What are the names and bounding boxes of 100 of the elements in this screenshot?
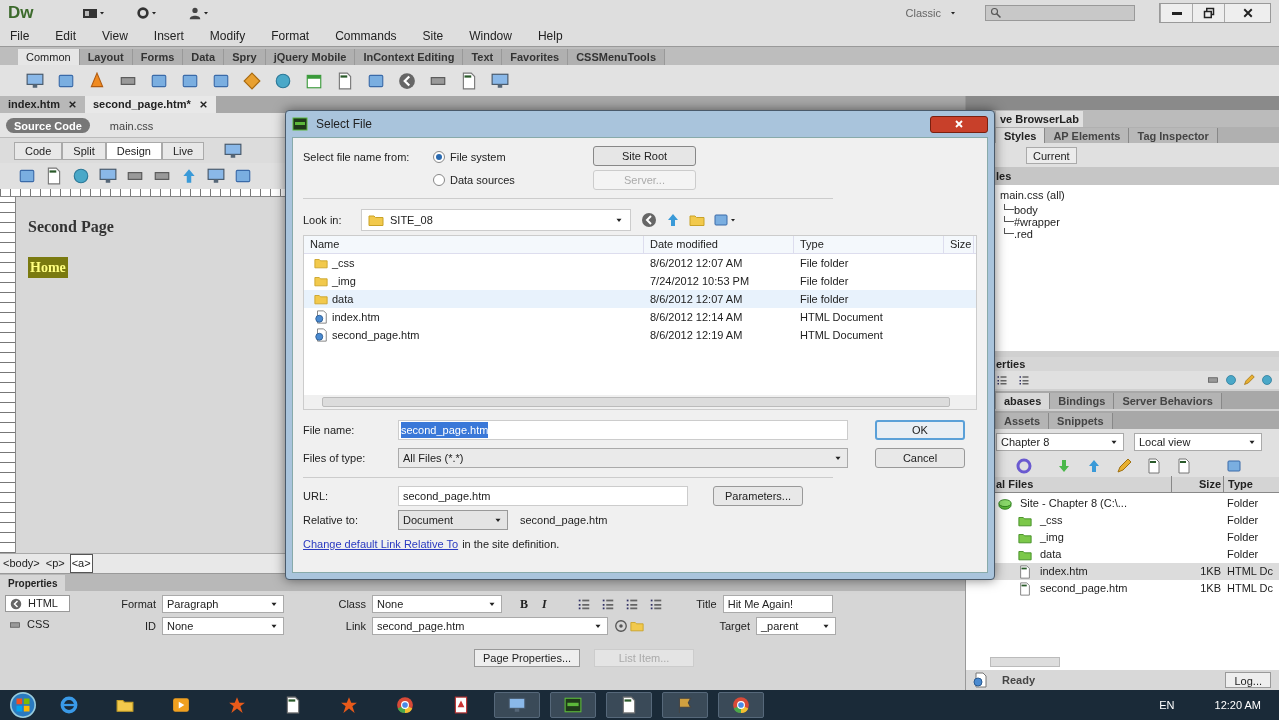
monitor-icon[interactable] bbox=[491, 72, 509, 90]
id-select[interactable]: None bbox=[162, 617, 284, 635]
related-file-button[interactable]: Source Code bbox=[6, 117, 90, 133]
list-icon[interactable] bbox=[996, 374, 1008, 386]
view-button[interactable]: Design bbox=[105, 141, 162, 160]
search-field[interactable] bbox=[985, 5, 1135, 21]
monitor-icon[interactable] bbox=[224, 141, 243, 160]
panel-tab[interactable]: Tag Inspector bbox=[1129, 128, 1218, 143]
panel-tab[interactable]: Bindings bbox=[1050, 393, 1115, 409]
globe-page-icon[interactable] bbox=[314, 328, 328, 342]
file-row[interactable]: _css 8/6/2012 12:07 AM File folder bbox=[304, 254, 976, 272]
panel-icon[interactable] bbox=[367, 72, 385, 90]
back-icon[interactable] bbox=[641, 212, 657, 228]
look-in-select[interactable]: SITE_08 bbox=[361, 209, 631, 231]
globe-page-icon[interactable] bbox=[972, 672, 988, 688]
target-icon[interactable] bbox=[614, 619, 628, 633]
view-button[interactable]: Code bbox=[14, 141, 63, 160]
dialog-button[interactable]: Site Root bbox=[593, 146, 696, 166]
workspace-switcher[interactable]: Classic bbox=[897, 3, 965, 23]
insert-tab[interactable]: Text bbox=[463, 49, 503, 65]
circle-icon[interactable] bbox=[1261, 374, 1273, 386]
site-select[interactable]: Chapter 8 bbox=[996, 433, 1124, 451]
insert-tab[interactable]: CSSMenuTools bbox=[568, 49, 665, 65]
document-tab[interactable]: index.htm bbox=[0, 96, 85, 113]
file-row[interactable]: _img 7/24/2012 10:53 PM File folder bbox=[304, 272, 976, 290]
caret-icon[interactable] bbox=[202, 9, 210, 17]
monitor-icon[interactable] bbox=[99, 167, 117, 185]
menu-item[interactable]: Modify bbox=[209, 27, 246, 45]
file-row[interactable]: index.htm 8/6/2012 12:14 AM HTML Document bbox=[304, 308, 976, 326]
disk-icon[interactable] bbox=[998, 496, 1012, 511]
cancel-button[interactable]: Cancel bbox=[875, 448, 965, 468]
url-field[interactable]: second_page.htm bbox=[398, 486, 688, 506]
link-field[interactable]: second_page.htm bbox=[372, 617, 608, 635]
insert-tab[interactable]: Layout bbox=[79, 49, 133, 65]
view-select[interactable]: Local view bbox=[1134, 433, 1262, 451]
panel-tab[interactable]: abases bbox=[996, 393, 1051, 409]
list-icon[interactable] bbox=[648, 597, 663, 611]
document-icon[interactable] bbox=[452, 696, 470, 714]
rule-item[interactable]: #wrapper bbox=[1014, 215, 1060, 228]
page-icon[interactable] bbox=[620, 696, 638, 714]
close-icon[interactable] bbox=[67, 100, 77, 109]
menu-item[interactable]: Edit bbox=[55, 27, 77, 45]
file-row[interactable]: Site - Chapter 8 (C:\... Folder bbox=[966, 495, 1279, 512]
menu-item[interactable]: Help bbox=[537, 27, 563, 45]
file-row[interactable]: second_page.htm 8/6/2012 12:19 AM HTML Document bbox=[304, 326, 976, 344]
menu-item[interactable]: Site bbox=[422, 27, 444, 45]
tag-selector-item[interactable]: <p> bbox=[44, 555, 66, 572]
menu-item[interactable]: Window bbox=[469, 27, 512, 45]
view-button[interactable]: Live bbox=[161, 141, 205, 160]
view-button[interactable]: Split bbox=[62, 141, 106, 160]
file-row[interactable]: data 8/6/2012 12:07 AM File folder bbox=[304, 290, 976, 308]
language-indicator[interactable]: EN bbox=[1159, 696, 1175, 714]
column-header[interactable]: Type bbox=[794, 236, 944, 253]
panel-tab[interactable]: Styles bbox=[996, 128, 1046, 143]
panel-icon[interactable] bbox=[181, 72, 199, 90]
properties-button[interactable]: Page Properties... bbox=[474, 649, 581, 667]
globe-page-icon[interactable] bbox=[314, 310, 328, 324]
file-name-field[interactable]: second_page.htm bbox=[398, 420, 848, 440]
rule-item[interactable]: .red bbox=[1014, 227, 1033, 240]
insert-tab[interactable]: Favorites bbox=[502, 49, 569, 65]
diamond-icon[interactable] bbox=[243, 72, 261, 90]
panel-icon[interactable] bbox=[18, 167, 36, 185]
tag-selector-item[interactable]: <body> bbox=[2, 555, 41, 572]
home-link[interactable]: Home bbox=[28, 257, 68, 278]
caret-icon[interactable] bbox=[150, 9, 158, 17]
page-icon[interactable] bbox=[284, 696, 302, 714]
bar-icon[interactable] bbox=[1207, 374, 1219, 386]
insert-tab[interactable]: Common bbox=[18, 49, 80, 65]
panel-tab[interactable]: Server Behaviors bbox=[1114, 393, 1222, 409]
title-field[interactable]: Hit Me Again! bbox=[722, 595, 833, 613]
panel-icon[interactable] bbox=[212, 72, 230, 90]
file-row[interactable]: data Folder bbox=[966, 546, 1279, 563]
menu-item[interactable]: Commands bbox=[335, 27, 397, 45]
file-row[interactable]: _img Folder bbox=[966, 529, 1279, 546]
e-icon[interactable] bbox=[60, 696, 78, 714]
document-tab[interactable]: second_page.htm* bbox=[84, 96, 216, 113]
start-orb-icon[interactable] bbox=[10, 692, 36, 718]
scrollbar-thumb[interactable] bbox=[322, 397, 950, 407]
person-icon[interactable] bbox=[188, 6, 202, 20]
settings-link[interactable]: Change default Link Relative To bbox=[303, 536, 459, 553]
rule-item[interactable]: body bbox=[1014, 203, 1038, 216]
file-row[interactable]: second_page.htm 1KB HTML Dc bbox=[966, 580, 1279, 597]
app-icon[interactable] bbox=[292, 116, 308, 132]
panel-tab[interactable]: Properties bbox=[0, 575, 66, 591]
mode-button[interactable]: CSS bbox=[5, 616, 70, 633]
list-icon[interactable] bbox=[1018, 374, 1030, 386]
page-icon[interactable] bbox=[1176, 458, 1192, 474]
menu-item[interactable]: Format bbox=[271, 27, 310, 45]
pencil-icon[interactable] bbox=[1116, 458, 1132, 474]
panel-icon[interactable] bbox=[1226, 458, 1242, 474]
column-header[interactable]: Name bbox=[304, 236, 644, 253]
panel-icon[interactable] bbox=[234, 167, 252, 185]
scrollbar-thumb[interactable] bbox=[990, 657, 1060, 667]
back-icon[interactable] bbox=[398, 72, 416, 90]
list-icon[interactable] bbox=[624, 597, 639, 611]
class-select[interactable]: None bbox=[372, 595, 502, 613]
monitor-icon[interactable] bbox=[26, 72, 44, 90]
list-icon[interactable] bbox=[576, 597, 591, 611]
menu-item[interactable]: Insert bbox=[153, 27, 184, 45]
panel-tab[interactable]: Snippets bbox=[1049, 413, 1113, 429]
